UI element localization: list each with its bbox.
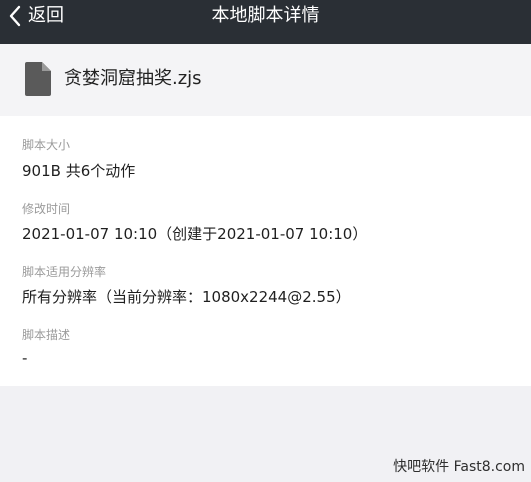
description-value: - [22, 349, 28, 367]
chevron-left-icon [9, 5, 21, 27]
page-title: 本地脚本详情 [211, 5, 320, 26]
modified-label: 修改时间 [22, 202, 71, 216]
size-value: 901B 共6个动作 [22, 162, 136, 180]
file-name: 贪婪洞窟抽奖.zjs [64, 68, 202, 89]
top-bar: 返回 本地脚本详情 [0, 0, 531, 44]
back-button[interactable]: 返回 [8, 0, 64, 32]
resolution-value: 所有分辨率（当前分辨率：1080x2244@2.55） [22, 288, 351, 306]
description-label: 脚本描述 [22, 328, 71, 342]
document-icon [25, 62, 51, 96]
back-label: 返回 [28, 5, 64, 26]
modified-value: 2021-01-07 10:10（创建于2021-01-07 10:10） [22, 225, 368, 243]
script-details: 脚本大小 901B 共6个动作 修改时间 2021-01-07 10:10（创建… [0, 116, 531, 386]
watermark: 快吧软件 Fast8.com [393, 459, 525, 475]
file-header: 贪婪洞窟抽奖.zjs [0, 44, 531, 116]
size-label: 脚本大小 [22, 138, 71, 152]
resolution-label: 脚本适用分辨率 [22, 265, 107, 279]
